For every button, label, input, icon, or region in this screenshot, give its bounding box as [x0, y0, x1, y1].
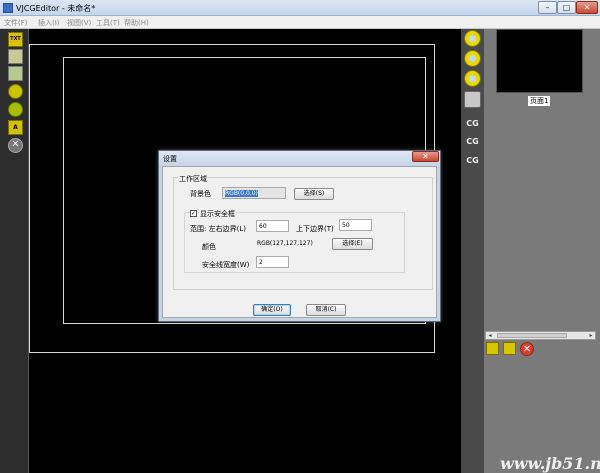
- line-width-label: 安全线宽度(W): [202, 261, 250, 269]
- scroll-left-icon[interactable]: ◂: [485, 331, 495, 340]
- menu-view[interactable]: 视图(V): [67, 18, 91, 28]
- minimize-button[interactable]: –: [538, 1, 557, 14]
- add-page-icon[interactable]: [486, 342, 499, 355]
- line-width-input[interactable]: 2: [256, 256, 289, 268]
- show-safe-frame-checkbox[interactable]: ✓: [190, 210, 197, 217]
- background-select-button[interactable]: 选择(S): [294, 188, 334, 200]
- film-icon[interactable]: A: [8, 120, 23, 135]
- cg-check-icon[interactable]: CG: [464, 118, 481, 135]
- safe-color-label: 颜色: [202, 243, 216, 251]
- right-toolbar: CG CG CG: [461, 29, 484, 473]
- background-color-field[interactable]: RGB(0,0,0): [222, 187, 286, 199]
- zoom-out-icon[interactable]: [464, 70, 481, 87]
- safe-color-value: RGB(127,127,127): [257, 240, 313, 247]
- cancel-button[interactable]: 取消(C): [306, 304, 346, 316]
- menu-bar: 文件(F) 插入(I) 视图(V) 工具(T) 帮助(H): [0, 16, 600, 29]
- zoom-in-icon[interactable]: [464, 50, 481, 67]
- scrollbar-thumb[interactable]: [497, 333, 567, 338]
- left-right-margin-input[interactable]: 60: [256, 220, 289, 232]
- dialog-close-button[interactable]: ✕: [412, 151, 439, 162]
- top-bottom-margin-input[interactable]: 50: [339, 219, 372, 231]
- image-stack-icon[interactable]: [8, 66, 23, 81]
- cg-up-icon[interactable]: CG: [464, 136, 481, 153]
- delete-icon[interactable]: ✕: [8, 138, 23, 153]
- background-color-value: RGB(0,0,0): [225, 190, 258, 197]
- image-icon[interactable]: [8, 49, 23, 64]
- circle-alt-icon[interactable]: [8, 102, 23, 117]
- circle-icon[interactable]: [8, 84, 23, 99]
- remove-page-icon[interactable]: ✕: [520, 342, 534, 356]
- menu-help[interactable]: 帮助(H): [124, 18, 149, 28]
- show-safe-frame-label[interactable]: 显示安全框: [199, 209, 236, 219]
- menu-file[interactable]: 文件(F): [4, 18, 28, 28]
- text-icon[interactable]: TXT: [8, 32, 23, 47]
- ok-button[interactable]: 确定(O): [253, 304, 291, 316]
- safe-color-select-button[interactable]: 选择(E): [332, 238, 373, 250]
- app-icon: [3, 3, 13, 13]
- page-thumbnail[interactable]: [496, 29, 583, 93]
- close-window-button[interactable]: ✕: [576, 1, 598, 14]
- dialog-title-bar: [159, 151, 440, 165]
- move-icon[interactable]: [464, 30, 481, 47]
- maximize-button[interactable]: □: [557, 1, 576, 14]
- page-label: 页面1: [528, 96, 551, 106]
- menu-tools[interactable]: 工具(T): [96, 18, 120, 28]
- work-area-title: 工作区域: [178, 174, 208, 184]
- page-frame-icon[interactable]: [503, 342, 516, 355]
- menu-insert[interactable]: 插入(I): [38, 18, 60, 28]
- dialog-title: 设置: [163, 155, 177, 163]
- left-right-margin-label: 范围: 左右边界(L): [190, 225, 246, 233]
- hand-icon[interactable]: [464, 91, 481, 108]
- watermark: www.jb51.net: [500, 454, 600, 473]
- top-bottom-margin-label: 上下边界(T): [296, 225, 334, 233]
- left-toolbar: TXT A ✕: [0, 29, 29, 473]
- cg-cross-icon[interactable]: CG: [464, 155, 481, 172]
- scroll-right-icon[interactable]: ▸: [586, 331, 596, 340]
- background-color-label: 背景色: [190, 190, 211, 198]
- window-title: VJCGEditor - 未命名*: [16, 4, 96, 13]
